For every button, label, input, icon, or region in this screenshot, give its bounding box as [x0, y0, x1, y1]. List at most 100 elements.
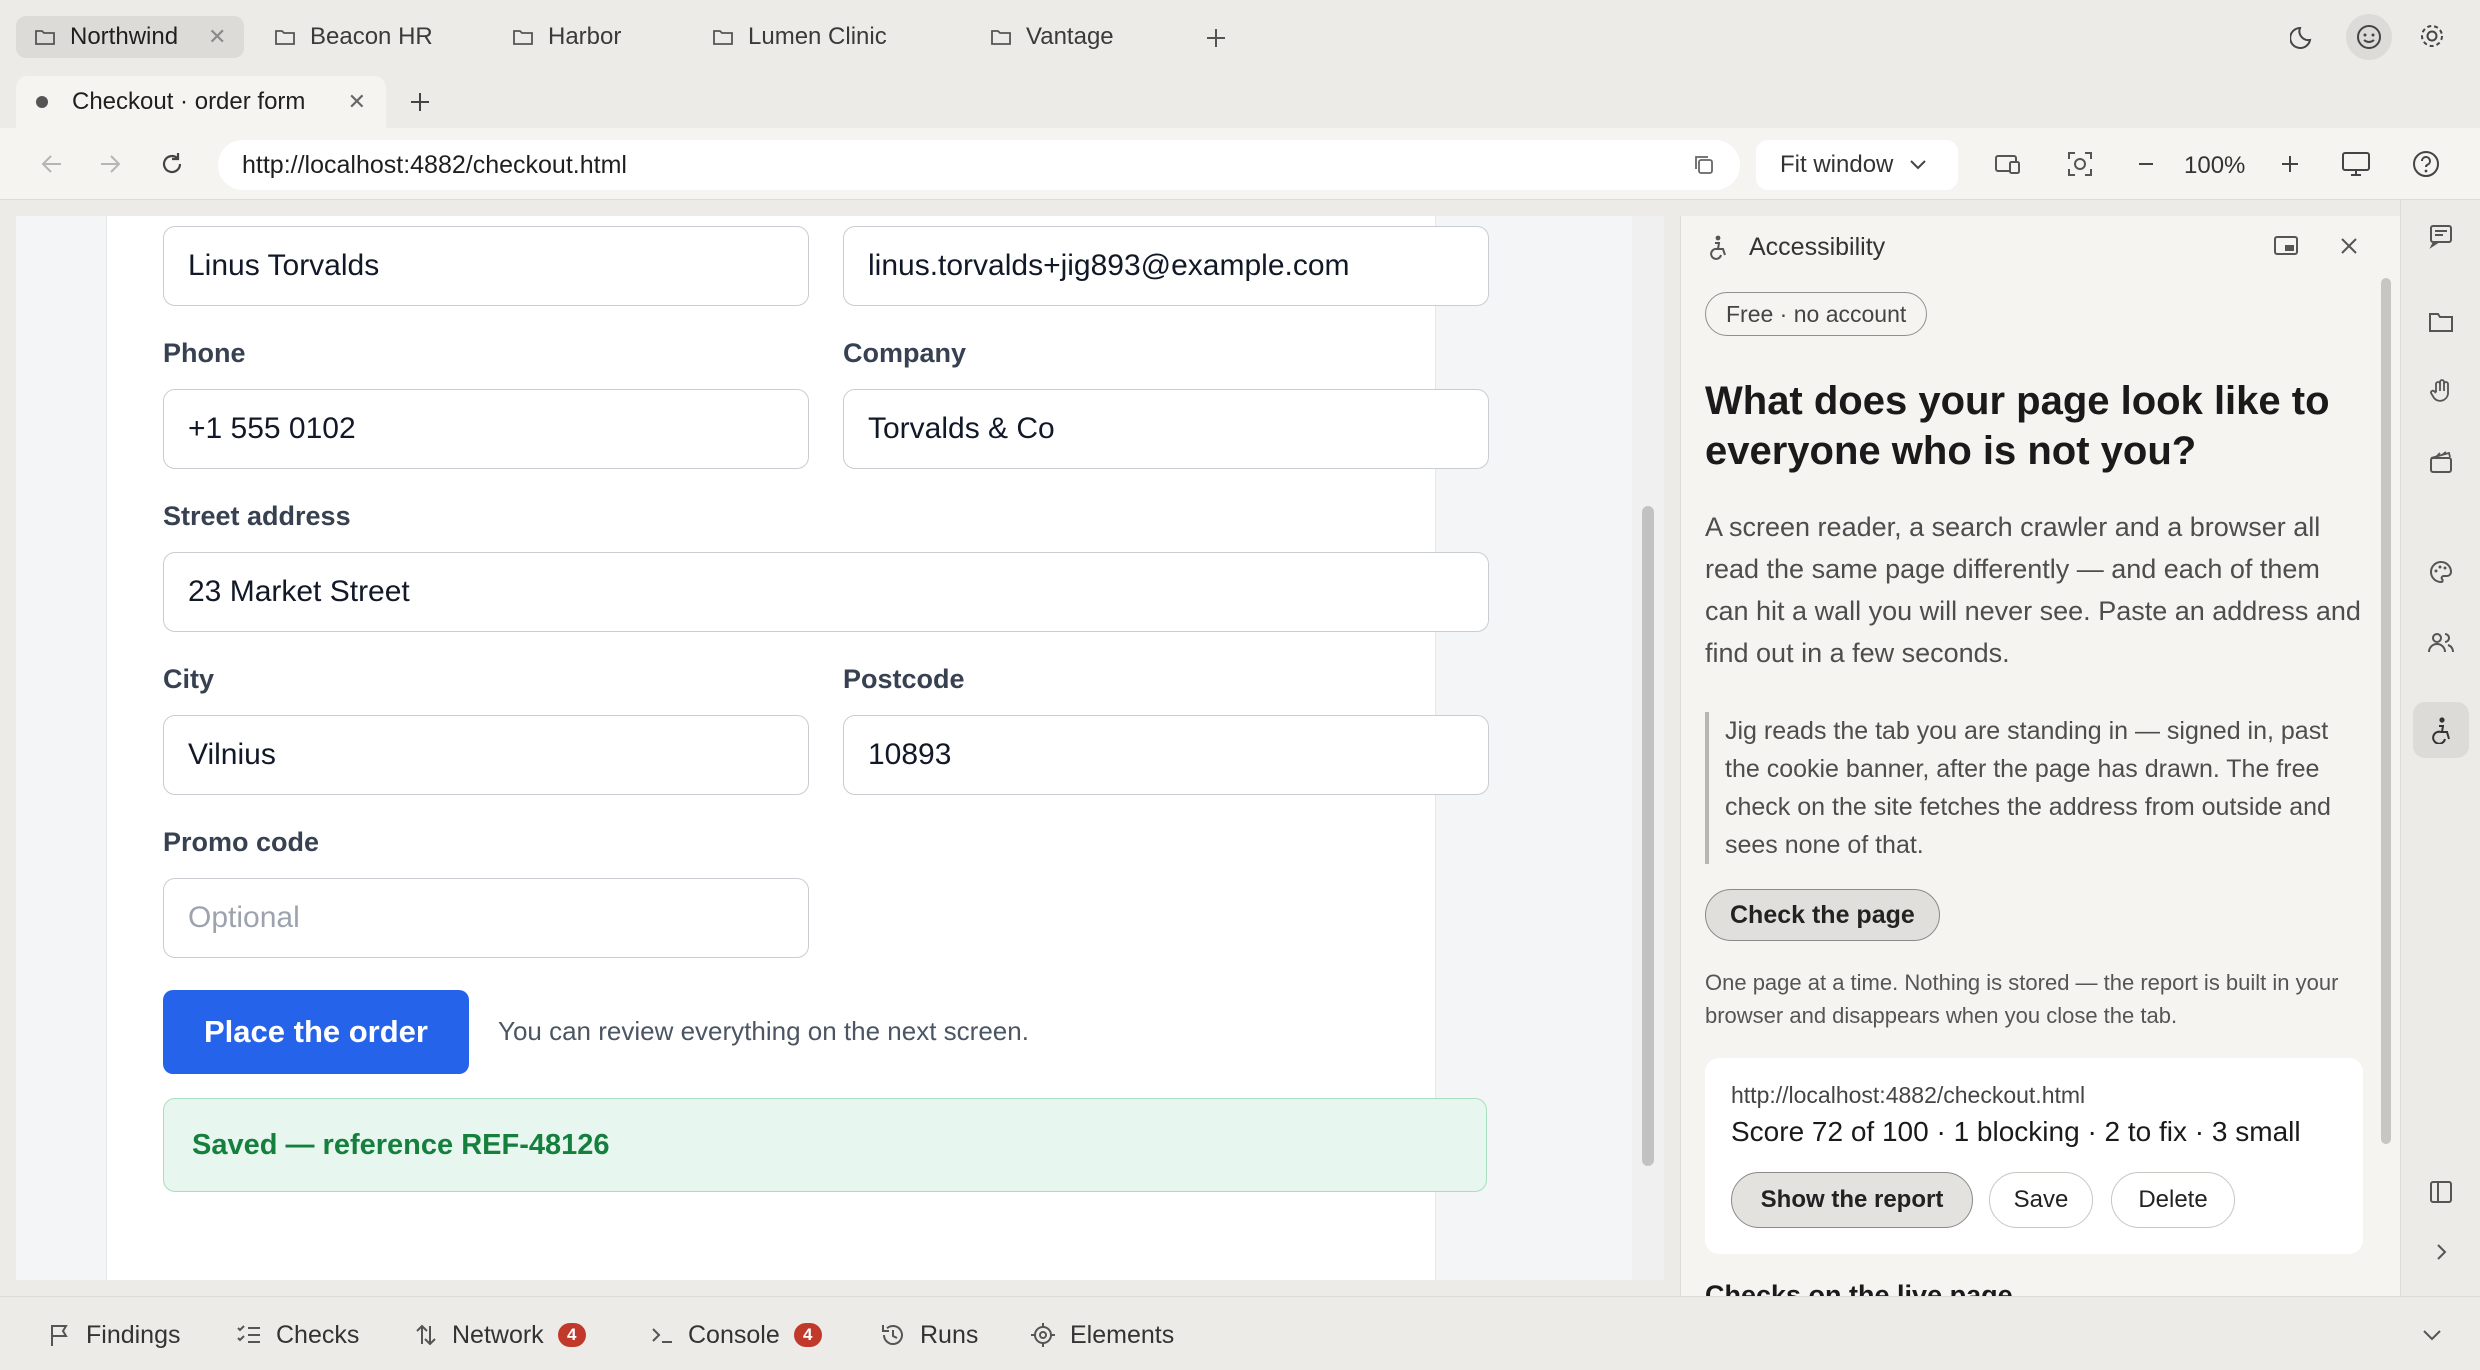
tab-console[interactable]: Console 4: [650, 1315, 822, 1355]
devices-icon: [1995, 155, 2020, 174]
back-button[interactable]: [32, 144, 72, 184]
new-tab-button[interactable]: [400, 82, 440, 122]
accessibility-icon: [2432, 717, 2450, 744]
flag-icon: [51, 1325, 68, 1346]
console-count-badge: 4: [793, 1323, 822, 1347]
smiley-icon: [2357, 25, 2381, 49]
checks-heading: Checks on the live page: [1705, 1280, 2013, 1296]
accessibility-panel: Accessibility Free · no account What doe…: [1680, 216, 2400, 1296]
palette-icon: [2430, 560, 2453, 584]
responsive-button[interactable]: [1988, 144, 2028, 184]
street-field[interactable]: 23 Market Street: [163, 552, 1489, 632]
page-tab[interactable]: Checkout · order form ✕: [16, 76, 386, 128]
show-report-button[interactable]: Show the report: [1731, 1172, 1973, 1228]
capture-icon: [2068, 152, 2092, 176]
tab-label: Checks: [276, 1320, 360, 1349]
check-page-button[interactable]: Check the page: [1705, 889, 1940, 941]
rail-sidebar-toggle[interactable]: [2413, 1164, 2469, 1220]
feedback-button[interactable]: [2346, 14, 2392, 60]
chevron-right-icon: [2437, 1244, 2447, 1260]
place-order-button[interactable]: Place the order: [163, 990, 469, 1074]
promo-code-field[interactable]: Optional: [163, 878, 809, 958]
tab-label: Findings: [86, 1320, 181, 1349]
close-icon[interactable]: [2339, 236, 2359, 256]
settings-button[interactable]: [2412, 16, 2452, 56]
save-report-button[interactable]: Save: [1989, 1172, 2093, 1228]
fit-mode-label: Fit window: [1780, 151, 1894, 178]
name-field[interactable]: Linus Torvalds: [163, 226, 809, 306]
rail-files-button[interactable]: [2413, 294, 2469, 350]
terminal-icon: [652, 1328, 672, 1343]
postcode-field[interactable]: 10893: [843, 715, 1489, 795]
rail-accessibility-button[interactable]: [2413, 702, 2469, 758]
accessibility-icon: [1710, 235, 1726, 260]
panel-quote: Jig reads the tab you are standing in — …: [1705, 712, 2365, 864]
browser-viewport: Linus Torvalds linus.torvalds+jig893@exa…: [16, 216, 1664, 1280]
add-workspace-button[interactable]: [1196, 18, 1236, 58]
screenshot-button[interactable]: [2060, 144, 2100, 184]
phone-field[interactable]: +1 555 0102: [163, 389, 809, 469]
copy-icon[interactable]: [1692, 153, 1716, 177]
reload-button[interactable]: [152, 144, 192, 184]
folder-icon: [275, 30, 295, 45]
rail-recordings-button[interactable]: [2413, 434, 2469, 490]
workspace-tab-northwind[interactable]: Northwind ✕: [16, 16, 245, 58]
panel-title: Accessibility: [1749, 232, 1886, 261]
folder-icon: [35, 30, 55, 45]
workspace-tab-beacon-hr[interactable]: Beacon HR: [256, 16, 451, 58]
workspace-tab-lumen-clinic[interactable]: Lumen Clinic: [694, 16, 905, 58]
tab-status-dot: [36, 96, 48, 108]
tab-label: Runs: [920, 1320, 979, 1349]
collapse-panel-button[interactable]: [2412, 1315, 2452, 1355]
rail-expand-button[interactable]: [2413, 1224, 2469, 1280]
chevron-down-icon: [1910, 160, 1927, 170]
plus-icon: [411, 93, 429, 111]
history-icon: [882, 1325, 903, 1345]
tab-network[interactable]: Network 4: [414, 1315, 586, 1355]
workspace-tab-label: Northwind: [70, 23, 179, 50]
zoom-in-button[interactable]: [2270, 144, 2310, 184]
tab-runs[interactable]: Runs: [880, 1315, 978, 1355]
panel-heading: What does your page look like to everyon…: [1705, 379, 2330, 473]
promo-label: Promo code: [163, 827, 320, 857]
company-field[interactable]: Torvalds & Co: [843, 389, 1489, 469]
theme-toggle-button[interactable]: [2284, 16, 2324, 56]
tab-findings[interactable]: Findings: [48, 1315, 181, 1355]
clapperboard-icon: [2430, 451, 2452, 473]
close-tab-icon[interactable]: ✕: [348, 89, 366, 115]
delete-report-button[interactable]: Delete: [2111, 1172, 2235, 1228]
forward-button[interactable]: [90, 144, 130, 184]
desktop-view-button[interactable]: [2336, 144, 2376, 184]
rail-interact-button[interactable]: [2413, 364, 2469, 420]
panel-intro: A screen reader, a search crawler and a …: [1705, 512, 2361, 668]
workspace-tab-label: Vantage: [1026, 23, 1114, 50]
tab-elements[interactable]: Elements: [1030, 1315, 1174, 1355]
page-tab-row: Checkout · order form ✕: [0, 72, 2480, 128]
rail-users-button[interactable]: [2413, 614, 2469, 670]
zoom-out-button[interactable]: [2126, 144, 2166, 184]
email-field[interactable]: linus.torvalds+jig893@example.com: [843, 226, 1489, 306]
tab-checks[interactable]: Checks: [236, 1315, 359, 1355]
monitor-icon: [2342, 152, 2370, 176]
panel-note: One page at a time. Nothing is stored — …: [1705, 970, 2339, 1028]
workspace-tab-label: Lumen Clinic: [748, 23, 887, 50]
checkout-form: Linus Torvalds linus.torvalds+jig893@exa…: [106, 216, 1489, 1280]
workspace-tab-harbor[interactable]: Harbor: [494, 16, 639, 58]
chevron-down-icon: [2423, 1330, 2441, 1341]
panel-scroll-thumb[interactable]: [2381, 278, 2391, 1144]
url-field[interactable]: http://localhost:4882/checkout.html: [218, 140, 1740, 190]
folder-icon: [2429, 313, 2453, 332]
arrow-right-icon: [101, 155, 121, 173]
help-button[interactable]: [2406, 144, 2446, 184]
panel-header: Accessibility: [1681, 216, 2400, 278]
rail-design-button[interactable]: [2413, 544, 2469, 600]
city-field[interactable]: Vilnius: [163, 715, 809, 795]
rail-notes-button[interactable]: [2413, 208, 2469, 264]
report-summary: Score 72 of 100 · 1 blocking · 2 to fix …: [1731, 1116, 2301, 1147]
plus-icon: [2282, 156, 2298, 172]
popout-icon[interactable]: [2273, 234, 2299, 258]
viewport-scroll-thumb[interactable]: [1642, 506, 1654, 1166]
close-icon[interactable]: ✕: [208, 24, 226, 50]
fit-mode-select[interactable]: Fit window: [1756, 140, 1958, 190]
workspace-tab-vantage[interactable]: Vantage: [972, 16, 1132, 58]
